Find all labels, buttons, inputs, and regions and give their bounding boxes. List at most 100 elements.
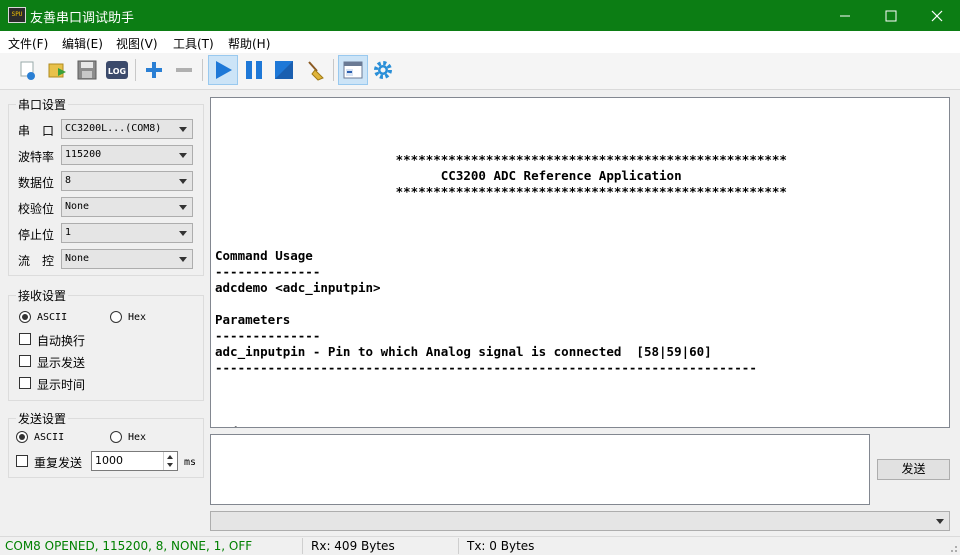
flowcontrol-value: None	[65, 253, 90, 264]
spin-down-icon[interactable]	[167, 463, 173, 467]
stopbits-select[interactable]: 1	[61, 223, 193, 243]
send-ascii-radio[interactable]	[16, 431, 28, 443]
app-icon: SPU	[8, 7, 26, 23]
close-icon	[931, 10, 943, 21]
baud-label: 波特率	[18, 150, 55, 164]
show-time-label: 显示时间	[37, 378, 86, 392]
svg-text:LOG: LOG	[108, 67, 126, 76]
serial-settings-title: 串口设置	[16, 96, 69, 113]
save-icon	[77, 60, 97, 80]
toolbar-separator	[333, 59, 334, 81]
baud-select[interactable]: 115200	[61, 145, 193, 165]
chevron-down-icon	[179, 179, 187, 184]
window-title: 友善串口调试助手	[30, 11, 135, 26]
auto-newline-label: 自动换行	[37, 334, 86, 348]
pause-button[interactable]	[241, 57, 267, 83]
gear-icon	[374, 61, 392, 79]
stopbits-label: 停止位	[18, 228, 55, 242]
log-button[interactable]: LOG	[104, 57, 130, 83]
layout-button[interactable]	[338, 55, 368, 85]
interval-spinbox[interactable]: 1000	[91, 451, 178, 471]
receive-ascii-label: ASCII	[37, 312, 68, 323]
show-send-label: 显示发送	[37, 356, 86, 370]
parity-label: 校验位	[18, 202, 55, 216]
chevron-down-icon	[936, 519, 944, 524]
send-history-select[interactable]	[210, 511, 950, 531]
resize-grip-icon[interactable]	[946, 541, 958, 553]
stop-button[interactable]	[271, 57, 297, 83]
send-hex-radio[interactable]	[110, 431, 122, 443]
receive-hex-label: Hex	[128, 312, 147, 323]
flowcontrol-label: 流 控	[18, 254, 55, 268]
flowcontrol-select[interactable]: None	[61, 249, 193, 269]
connection-status: COM8 OPENED, 115200, 8, NONE, 1, OFF	[5, 539, 253, 553]
port-value: CC3200L...(COM8)	[65, 123, 162, 134]
new-button[interactable]	[14, 57, 40, 83]
chevron-down-icon	[179, 205, 187, 210]
pause-icon	[246, 61, 262, 79]
receive-output-area[interactable]: ****************************************…	[210, 97, 950, 428]
menu-bar: 文件(F) 编辑(E) 视图(V) 工具(T) 帮助(H)	[0, 31, 960, 53]
start-button[interactable]	[208, 55, 238, 85]
minimize-button[interactable]	[822, 0, 868, 31]
close-button[interactable]	[914, 0, 960, 31]
spin-up-icon[interactable]	[167, 455, 173, 459]
stopbits-value: 1	[65, 227, 72, 238]
port-label: 串 口	[18, 124, 55, 138]
window-layout-icon	[343, 61, 363, 79]
parity-value: None	[65, 201, 90, 212]
log-icon: LOG	[106, 61, 128, 79]
tx-count: Tx: 0 Bytes	[467, 539, 535, 553]
save-button[interactable]	[74, 57, 100, 83]
send-ascii-label: ASCII	[34, 432, 65, 443]
play-icon	[216, 61, 232, 79]
repeat-send-label: 重复发送	[34, 456, 83, 470]
chevron-down-icon	[179, 127, 187, 132]
chevron-down-icon	[179, 153, 187, 158]
repeat-send-checkbox[interactable]	[16, 455, 28, 467]
menu-help[interactable]: 帮助(H)	[228, 35, 270, 52]
menu-edit[interactable]: 编辑(E)	[62, 35, 103, 52]
plus-icon	[146, 62, 162, 78]
menu-view[interactable]: 视图(V)	[116, 35, 158, 52]
open-folder-icon	[48, 63, 66, 78]
parity-select[interactable]: None	[61, 197, 193, 217]
port-select[interactable]: CC3200L...(COM8)	[61, 119, 193, 139]
open-button[interactable]	[44, 57, 70, 83]
minimize-icon	[840, 15, 850, 16]
remove-button[interactable]	[171, 57, 197, 83]
receive-settings-title: 接收设置	[16, 287, 69, 304]
add-button[interactable]	[141, 57, 167, 83]
maximize-button[interactable]	[868, 0, 914, 31]
rx-count: Rx: 409 Bytes	[311, 539, 395, 553]
settings-button[interactable]	[370, 57, 396, 83]
status-bar: COM8 OPENED, 115200, 8, NONE, 1, OFF Rx:…	[0, 536, 960, 555]
clear-button[interactable]	[302, 57, 328, 83]
show-time-checkbox[interactable]	[19, 377, 31, 389]
databits-select[interactable]: 8	[61, 171, 193, 191]
send-hex-label: Hex	[128, 432, 147, 443]
terminal-text: ****************************************…	[215, 152, 787, 427]
toolbar-separator	[202, 59, 203, 81]
send-input[interactable]	[210, 434, 870, 505]
toolbar: LOG	[0, 53, 960, 90]
minus-icon	[176, 68, 192, 72]
menu-tools[interactable]: 工具(T)	[173, 35, 214, 52]
send-button[interactable]: 发送	[877, 459, 950, 480]
broom-icon	[308, 61, 324, 81]
receive-ascii-radio[interactable]	[19, 311, 31, 323]
interval-value: 1000	[95, 454, 123, 467]
menu-file[interactable]: 文件(F)	[8, 35, 48, 52]
spinner-buttons[interactable]	[163, 452, 177, 470]
databits-label: 数据位	[18, 176, 55, 190]
receive-hex-radio[interactable]	[110, 311, 122, 323]
show-send-checkbox[interactable]	[19, 355, 31, 367]
auto-newline-checkbox[interactable]	[19, 333, 31, 345]
chevron-down-icon	[179, 231, 187, 236]
send-settings-title: 发送设置	[16, 410, 69, 427]
toolbar-separator	[135, 59, 136, 81]
new-file-icon	[20, 61, 35, 80]
title-bar: SPU 友善串口调试助手	[0, 0, 960, 31]
databits-value: 8	[65, 175, 72, 186]
status-separator	[458, 538, 459, 554]
